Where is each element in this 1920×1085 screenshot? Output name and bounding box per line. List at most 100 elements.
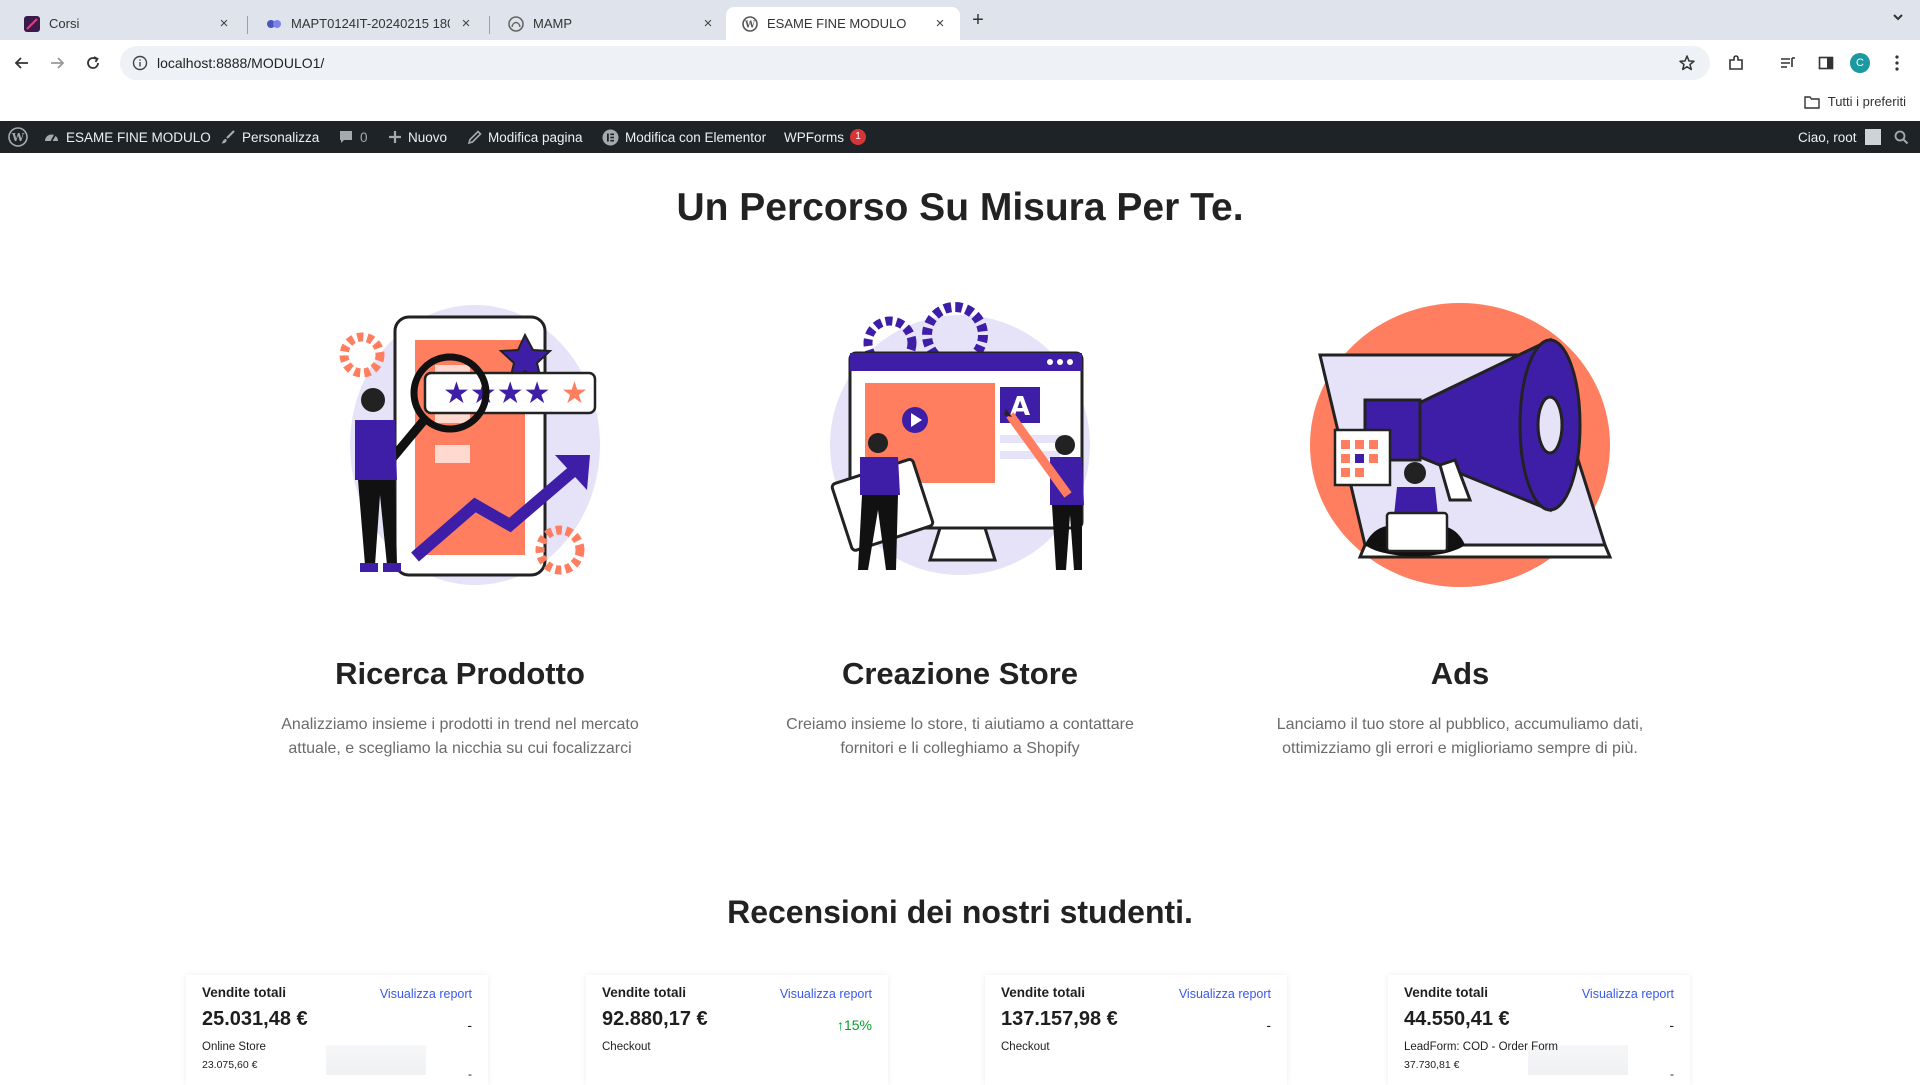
feature-title: Ricerca Prodotto xyxy=(335,656,585,691)
ads-illustration xyxy=(1310,303,1613,587)
card-label: Vendite totali xyxy=(202,985,287,1000)
view-report-link[interactable]: Visualizza report xyxy=(380,987,472,1001)
wp-admin-bar: W ESAME FINE MODULO Personalizza 0 Nuovo… xyxy=(0,121,1920,153)
tab-close-icon[interactable]: × xyxy=(458,15,474,32)
svg-text:W: W xyxy=(11,131,25,144)
svg-text:★★★★: ★★★★ xyxy=(443,376,551,411)
site-info-icon[interactable] xyxy=(132,55,148,76)
comments-link[interactable]: 0 xyxy=(338,121,368,153)
feature-description: Analizziamo insieme i prodotti in trend … xyxy=(200,713,720,761)
wpforms-notification-badge: 1 xyxy=(850,129,866,145)
tab-label: MAMP xyxy=(533,16,572,31)
all-bookmarks-folder[interactable]: Tutti i preferiti xyxy=(1804,94,1906,109)
tab-mapt[interactable]: MAPT0124IT-20240215 1802 × xyxy=(250,7,486,40)
feature-description-line: fornitori e li colleghiamo a Shopify xyxy=(840,740,1080,757)
wpforms-label: WPForms xyxy=(784,129,844,145)
feature-description-line: ottimizziamo gli errori e miglioriamo se… xyxy=(1282,740,1638,757)
mamp-favicon-icon xyxy=(508,15,524,32)
hero-title: Un Percorso Su Misura Per Te. xyxy=(676,186,1244,229)
elementor-icon xyxy=(602,129,619,146)
card-delta: - xyxy=(1669,1017,1674,1033)
wordpress-logo-icon[interactable]: W xyxy=(8,121,28,153)
new-label: Nuovo xyxy=(408,129,448,145)
new-content-link[interactable]: Nuovo xyxy=(388,121,447,153)
tab-separator xyxy=(489,16,490,34)
feature-description: Lanciamo il tuo store al pubblico, accum… xyxy=(1200,713,1720,761)
bookmark-star-icon[interactable] xyxy=(1678,54,1696,77)
feature-title: Ads xyxy=(1430,656,1490,691)
view-report-link[interactable]: Visualizza report xyxy=(780,987,872,1001)
side-panel-icon[interactable] xyxy=(1815,52,1837,74)
sparkline xyxy=(326,1045,426,1075)
profile-avatar[interactable]: C xyxy=(1850,53,1870,73)
extensions-icon[interactable] xyxy=(1725,52,1747,74)
tab-corsi[interactable]: Corsi × xyxy=(8,7,244,40)
card-value: 137.157,98 € xyxy=(1001,1008,1118,1030)
customize-label: Personalizza xyxy=(242,129,320,145)
tab-close-icon[interactable]: × xyxy=(700,15,716,32)
card-sub-delta: - xyxy=(1670,1067,1674,1081)
card-sub-label: LeadForm: COD - Order Form xyxy=(1404,1041,1558,1053)
sales-card: Vendite totali Visualizza report 25.031,… xyxy=(186,975,488,1085)
svg-text:W: W xyxy=(744,20,756,30)
browser-toolbar: localhost:8888/MODULO1/ C xyxy=(0,40,1920,86)
tab-label: ESAME FINE MODULO xyxy=(767,16,907,31)
tab-separator xyxy=(247,16,248,34)
site-name-link[interactable]: ESAME FINE MODULO xyxy=(43,121,211,153)
user-avatar xyxy=(1864,129,1881,145)
forward-arrow-icon[interactable] xyxy=(45,51,69,75)
folder-icon xyxy=(1804,95,1820,109)
card-sub-label: Online Store xyxy=(202,1041,266,1053)
tab-close-icon[interactable]: × xyxy=(932,15,948,32)
view-report-link[interactable]: Visualizza report xyxy=(1179,987,1271,1001)
card-sub-value: 23.075,60 € xyxy=(202,1059,258,1071)
feature-description-line: Lanciamo il tuo store al pubblico, accum… xyxy=(1276,716,1644,733)
bookmarks-bar: Tutti i preferiti xyxy=(0,86,1920,120)
card-label: Vendite totali xyxy=(1001,985,1086,1000)
search-icon[interactable] xyxy=(1894,121,1909,153)
edit-page-label: Modifica pagina xyxy=(488,129,583,145)
sales-card: Vendite totali Visualizza report 137.157… xyxy=(985,975,1287,1085)
new-tab-button[interactable]: + xyxy=(966,9,990,33)
card-value: 92.880,17 € xyxy=(602,1008,708,1030)
feature-description-line: Analizziamo insieme i prodotti in trend … xyxy=(281,716,639,733)
tab-mamp[interactable]: MAMP × xyxy=(492,7,728,40)
chevron-down-icon[interactable] xyxy=(1888,10,1908,30)
card-sub-delta: - xyxy=(468,1067,472,1081)
tab-close-icon[interactable]: × xyxy=(216,15,232,32)
reviews-title: Recensioni dei nostri studenti. xyxy=(727,894,1193,930)
teams-favicon-icon xyxy=(266,16,282,32)
elementor-link[interactable]: Modifica con Elementor xyxy=(602,121,766,153)
paintbrush-icon xyxy=(220,129,236,145)
more-menu-icon[interactable] xyxy=(1886,52,1908,74)
feature-description: Creiamo insieme lo store, ti aiutiamo a … xyxy=(700,713,1220,761)
tab-label: MAPT0124IT-20240215 1802 xyxy=(291,16,450,31)
svg-text:★: ★ xyxy=(561,376,588,411)
card-value: 44.550,41 € xyxy=(1404,1008,1510,1030)
feature-description-line: attuale, e scegliamo la nicchia su cui f… xyxy=(288,740,632,757)
feature-description-line: Creiamo insieme lo store, ti aiutiamo a … xyxy=(786,716,1134,733)
card-delta: - xyxy=(467,1017,472,1033)
elementor-label: Modifica con Elementor xyxy=(625,129,767,145)
edit-page-link[interactable]: Modifica pagina xyxy=(467,121,583,153)
url-text[interactable]: localhost:8888/MODULO1/ xyxy=(157,55,324,71)
product-research-illustration: ★★★★ ★ xyxy=(339,305,600,585)
tab-esame-fine-modulo[interactable]: W ESAME FINE MODULO × xyxy=(726,7,960,40)
my-account-link[interactable]: Ciao, root xyxy=(1798,121,1881,153)
card-delta: - xyxy=(1266,1017,1271,1033)
site-name-label: ESAME FINE MODULO xyxy=(66,129,211,145)
view-report-link[interactable]: Visualizza report xyxy=(1582,987,1674,1001)
tab-label: Corsi xyxy=(49,16,80,31)
feature-title: Creazione Store xyxy=(841,656,1078,691)
wpforms-link[interactable]: WPForms 1 xyxy=(784,121,866,153)
back-arrow-icon[interactable] xyxy=(10,51,34,75)
pencil-icon xyxy=(467,129,482,145)
address-bar[interactable]: localhost:8888/MODULO1/ xyxy=(120,46,1710,80)
media-queue-icon[interactable] xyxy=(1777,52,1799,74)
reload-icon[interactable] xyxy=(81,51,105,75)
customize-link[interactable]: Personalizza xyxy=(220,121,319,153)
sales-card: Vendite totali Visualizza report 92.880,… xyxy=(586,975,888,1085)
sales-card: Vendite totali Visualizza report 44.550,… xyxy=(1388,975,1690,1085)
store-creation-illustration: A xyxy=(830,302,1090,575)
card-value: 25.031,48 € xyxy=(202,1008,308,1030)
